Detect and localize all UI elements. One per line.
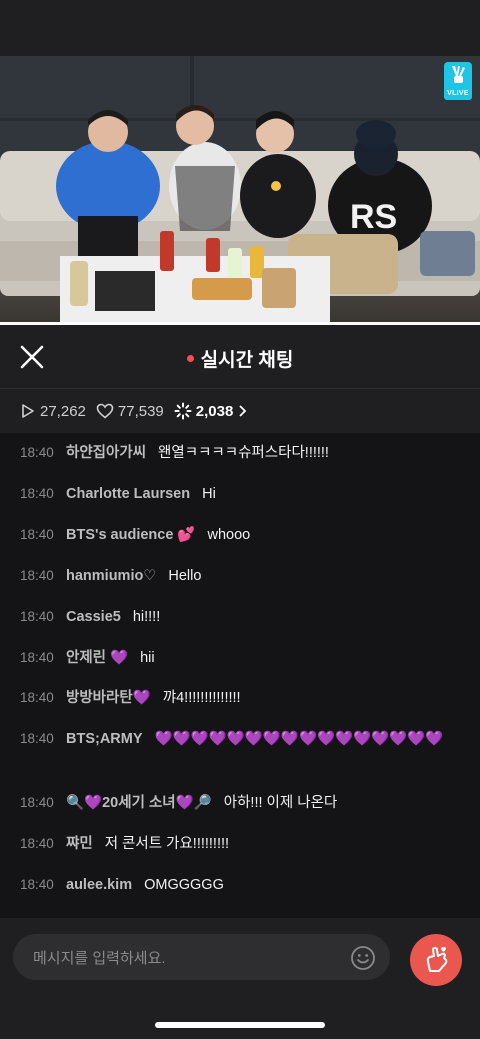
message-time: 18:40: [20, 445, 54, 460]
message-time: 18:40: [20, 690, 54, 705]
message-text: 저 콘서트 가요!!!!!!!!!: [104, 836, 230, 852]
chat-input-area: 메시지를 입력하세요.: [0, 918, 480, 1039]
plays-count: 27,262: [40, 402, 86, 420]
chat-message: 18:40 안제린 💜 hii: [20, 646, 460, 670]
chat-message: 18:40 쨔민 저 콘서트 가요!!!!!!!!!: [20, 832, 460, 856]
chat-message: 18:40 Charlotte Laursen Hi: [20, 482, 460, 506]
stats-bar: 27,262 77,539 2,038: [0, 389, 480, 433]
message-time: 18:40: [20, 568, 54, 583]
message-time: 18:40: [20, 877, 54, 892]
message-text: 왠열ㅋㅋㅋㅋ슈퍼스타다!!!!!!: [158, 445, 329, 461]
vlive-logo: VLIVE: [444, 62, 472, 102]
message-username[interactable]: 하얀집아가씨: [66, 445, 146, 461]
video-frame-illustration: RS: [0, 56, 480, 322]
smiley-icon: [351, 946, 375, 970]
vlive-brand-text: VLIVE: [444, 88, 472, 100]
message-time: 18:40: [20, 486, 54, 501]
chat-title-text: 실시간 채팅: [200, 350, 294, 371]
message-username[interactable]: 🔍💜20세기 소녀💜🔎: [66, 795, 212, 811]
message-username[interactable]: Charlotte Laursen: [66, 486, 190, 502]
chat-message: 18:40 🔍💜20세기 소녀💜🔎 아하!!! 이제 나온다: [20, 791, 460, 815]
message-text: OMGGGGG: [144, 877, 224, 893]
viewers-spinner-icon: [174, 402, 192, 420]
home-indicator: [155, 1022, 325, 1028]
finger-heart-icon: [426, 947, 448, 972]
emoji-button[interactable]: [350, 945, 376, 971]
heart-outline-icon: [96, 403, 114, 419]
message-input[interactable]: 메시지를 입력하세요.: [13, 934, 390, 980]
viewers-count: 2,038: [195, 402, 234, 420]
likes-count: 77,539: [117, 402, 164, 420]
message-text: 💜💜💜💜💜💜💜💜💜💜💜💜💜💜💜💜: [154, 731, 444, 747]
message-time: 18:40: [20, 836, 54, 851]
jersey-print: RS: [350, 198, 397, 236]
message-text: hi!!!!: [132, 609, 161, 625]
message-text: whooo: [207, 527, 251, 543]
message-time: 18:40: [20, 650, 54, 665]
message-username[interactable]: 방방바라탄💜: [66, 690, 151, 706]
chat-message: 18:40 aulee.kim OMGGGGG: [20, 873, 460, 897]
message-text: 꺄4!!!!!!!!!!!!!!: [162, 690, 241, 706]
message-username[interactable]: Cassie5: [66, 609, 121, 625]
message-time: 18:40: [20, 527, 54, 542]
live-video-player[interactable]: RS VLIVE: [0, 56, 480, 322]
finger-heart-button[interactable]: [410, 934, 462, 986]
chat-message: 18:40 BTS's audience 💕 whooo: [20, 523, 460, 547]
viewers-stat[interactable]: 2,038: [174, 402, 252, 420]
message-text: Hi: [202, 486, 216, 502]
message-text: hii: [140, 650, 155, 666]
message-input-placeholder: 메시지를 입력하세요.: [33, 949, 166, 967]
message-username[interactable]: 쨔민: [66, 836, 93, 852]
message-username[interactable]: 안제린 💜: [66, 650, 128, 666]
vlive-hand-icon: [444, 62, 472, 88]
chat-message: 18:40 방방바라탄💜 꺄4!!!!!!!!!!!!!!: [20, 686, 460, 710]
chat-message: 18:40 BTS;ARMY 💜💜💜💜💜💜💜💜💜💜💜💜💜💜💜💜: [20, 727, 460, 751]
live-indicator-dot: [186, 355, 194, 363]
message-username[interactable]: hanmiumio♡: [66, 568, 156, 584]
message-username[interactable]: BTS's audience 💕: [66, 527, 195, 543]
chat-message: 18:40 하얀집아가씨 왠열ㅋㅋㅋㅋ슈퍼스타다!!!!!!: [20, 441, 460, 465]
chat-message-list[interactable]: 18:40 하얀집아가씨 왠열ㅋㅋㅋㅋ슈퍼스타다!!!!!! 18:40 Charlo…: [0, 433, 480, 918]
status-bar: [0, 0, 480, 56]
message-text: Hello: [168, 568, 202, 584]
chat-message: 18:40 Cassie5 hi!!!!: [20, 605, 460, 629]
message-username[interactable]: aulee.kim: [66, 877, 132, 893]
chat-title: 실시간 채팅: [0, 345, 480, 372]
play-icon: [22, 404, 34, 418]
chat-message: 18:40 hanmiumio♡ Hello: [20, 564, 460, 588]
plays-stat: 27,262: [20, 403, 86, 420]
likes-stat: 77,539: [96, 403, 164, 420]
message-time: 18:40: [20, 731, 54, 746]
message-text: 아하!!! 이제 나온다: [223, 795, 338, 811]
message-time: 18:40: [20, 795, 54, 810]
chat-header: 실시간 채팅: [0, 325, 480, 389]
chevron-right-icon: [239, 405, 247, 417]
message-username[interactable]: BTS;ARMY: [66, 731, 143, 747]
message-time: 18:40: [20, 609, 54, 624]
